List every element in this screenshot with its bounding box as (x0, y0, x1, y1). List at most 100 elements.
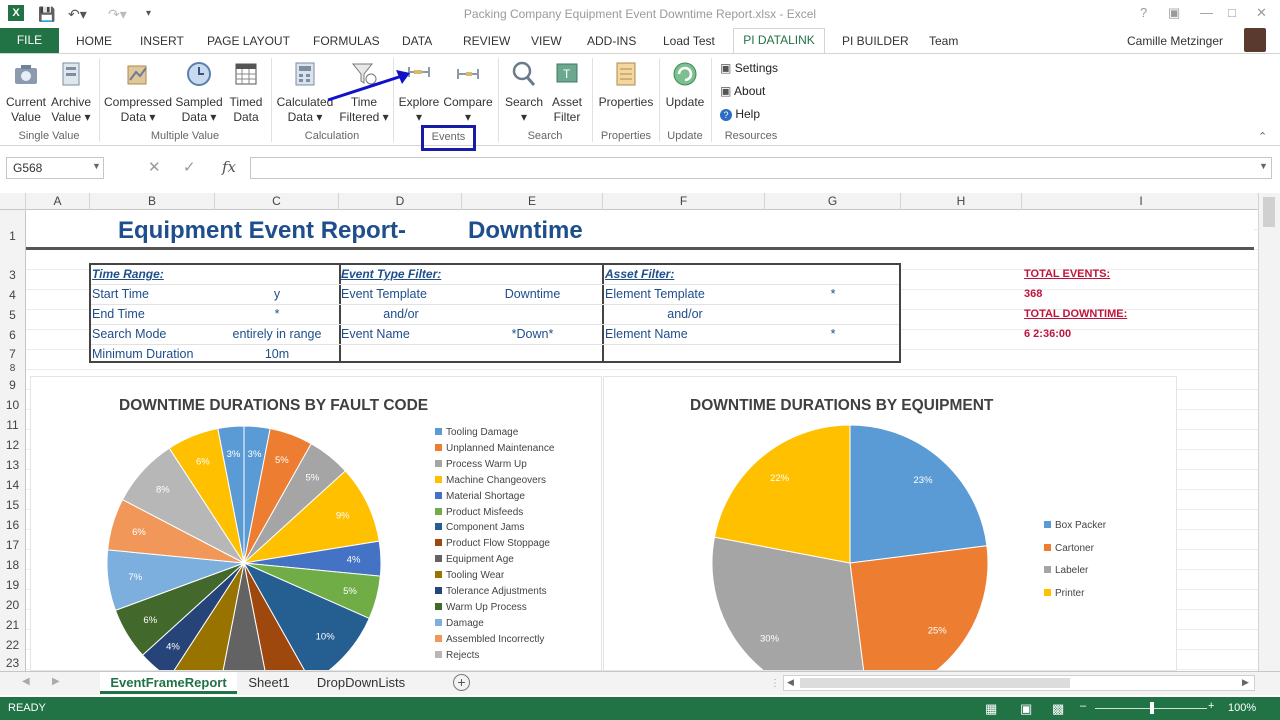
legend-item[interactable]: Tolerance Adjustments (435, 584, 554, 600)
row-header[interactable]: 5 (0, 305, 26, 325)
current-value-button[interactable]: Current Value (4, 60, 48, 125)
tab-add-ins[interactable]: ADD-INS (587, 33, 636, 51)
row-header[interactable]: 1 (0, 210, 26, 262)
legend-item[interactable]: Tooling Damage (435, 425, 554, 441)
end-time-value[interactable]: * (215, 304, 339, 324)
row-header[interactable]: 14 (0, 475, 26, 495)
column-header[interactable]: F (603, 193, 765, 210)
zoom-in-icon[interactable]: + (1208, 700, 1214, 712)
column-header[interactable]: D (339, 193, 462, 210)
column-header[interactable]: G (765, 193, 901, 210)
compare-button[interactable]: Compare ▾ (442, 60, 494, 125)
timed-data-button[interactable]: Timed Data (226, 60, 266, 125)
settings-button[interactable]: ▣ Settings (720, 60, 778, 76)
legend-item[interactable]: Process Warm Up (435, 457, 554, 473)
legend-item[interactable]: Rejects (435, 648, 554, 664)
select-all-corner[interactable] (0, 193, 26, 210)
event-template-value[interactable]: Downtime (462, 284, 603, 304)
maximize-icon[interactable]: □ (1228, 5, 1236, 21)
search-mode-value[interactable]: entirely in range (215, 324, 339, 344)
column-header[interactable]: B (90, 193, 215, 210)
user-name[interactable]: Camille Metzinger (1127, 33, 1223, 51)
pie-slice[interactable] (849, 545, 989, 671)
tab-load-test[interactable]: Load Test (663, 33, 715, 51)
row-header[interactable]: 8 (0, 363, 26, 375)
legend-item[interactable]: Tooling Wear (435, 568, 554, 584)
row-header[interactable]: 20 (0, 595, 26, 615)
collapse-ribbon-icon[interactable]: ⌃ (1258, 130, 1267, 143)
compressed-data-button[interactable]: Compressed Data ▾ (104, 60, 172, 125)
row-header[interactable]: 11 (0, 415, 26, 435)
tab-page-layout[interactable]: PAGE LAYOUT (207, 33, 290, 51)
tab-split-handle[interactable]: ⋮ (770, 678, 780, 689)
next-sheet-icon[interactable]: ▶ (52, 676, 60, 687)
row-header[interactable]: 17 (0, 535, 26, 555)
column-header[interactable]: E (462, 193, 603, 210)
tab-pi-builder[interactable]: PI BUILDER (842, 33, 909, 51)
scroll-left-icon[interactable]: ◀ (787, 677, 794, 688)
legend-item[interactable]: Material Shortage (435, 489, 554, 505)
zoom-level[interactable]: 100% (1228, 702, 1256, 714)
help-icon[interactable]: ? (1140, 5, 1147, 21)
tab-file[interactable]: FILE (0, 28, 59, 53)
tab-data[interactable]: DATA (402, 33, 432, 51)
insert-function-icon[interactable]: fx (222, 158, 236, 176)
formula-input[interactable] (250, 157, 1272, 179)
legend-item[interactable]: Product Flow Stoppage (435, 536, 554, 552)
row-header[interactable]: 18 (0, 555, 26, 575)
legend-item[interactable]: Printer (1044, 583, 1106, 606)
element-template-value[interactable]: * (765, 284, 901, 304)
row-header[interactable]: 3 (0, 265, 26, 285)
properties-button[interactable]: Properties (596, 60, 656, 110)
pie-slice[interactable] (849, 424, 988, 564)
row-header[interactable]: 10 (0, 395, 26, 415)
legend-item[interactable]: Equipment Age (435, 552, 554, 568)
row-header[interactable]: 21 (0, 615, 26, 635)
row-header[interactable]: 22 (0, 635, 26, 655)
scroll-thumb[interactable] (1263, 197, 1275, 227)
asset-filter-button[interactable]: T Asset Filter (548, 60, 586, 125)
legend-item[interactable]: Machine Changeovers (435, 473, 554, 489)
row-header[interactable]: 19 (0, 575, 26, 595)
column-header[interactable]: I (1022, 193, 1260, 210)
sheet-tab-sheet1[interactable]: Sheet1 (240, 672, 298, 694)
vertical-scrollbar[interactable] (1258, 193, 1280, 671)
column-header[interactable]: C (215, 193, 339, 210)
sheet-tab-dropdownlists[interactable]: DropDownLists (304, 672, 418, 694)
cancel-icon[interactable]: ✕ (148, 158, 161, 176)
legend-item[interactable]: Unplanned Maintenance (435, 441, 554, 457)
min-duration-value[interactable]: 10m (215, 344, 339, 364)
normal-view-icon[interactable]: ▦ (985, 701, 997, 717)
zoom-out-icon[interactable]: – (1080, 700, 1086, 712)
archive-value-button[interactable]: Archive Value ▾ (49, 60, 93, 125)
legend-item[interactable]: Warm Up Process (435, 600, 554, 616)
tab-team[interactable]: Team (929, 33, 958, 51)
tab-pi-datalink[interactable]: PI DATALINK (733, 28, 825, 54)
update-button[interactable]: Update (662, 60, 708, 110)
row-header[interactable]: 23 (0, 655, 26, 671)
about-button[interactable]: ▣ About (720, 83, 765, 99)
legend-item[interactable]: Cartoner (1044, 538, 1106, 561)
chart-fault-code[interactable]: DOWNTIME DURATIONS BY FAULT CODE 3% 5% 5% 9… (30, 376, 602, 671)
column-header[interactable]: A (26, 193, 90, 210)
page-break-view-icon[interactable]: ▩ (1052, 701, 1064, 717)
element-name-value[interactable]: * (765, 324, 901, 344)
tab-formulas[interactable]: FORMULAS (313, 33, 380, 51)
expand-formula-icon[interactable]: ▼ (1259, 161, 1268, 171)
add-sheet-icon[interactable]: + (453, 674, 470, 691)
scroll-right-icon[interactable]: ▶ (1242, 677, 1249, 688)
legend-item[interactable]: Box Packer (1044, 515, 1106, 538)
tab-review[interactable]: REVIEW (463, 33, 510, 51)
row-header[interactable]: 12 (0, 435, 26, 455)
horizontal-scrollbar[interactable]: ◀ ▶ (783, 675, 1255, 691)
sheet-tab-eventframereport[interactable]: EventFrameReport (100, 672, 237, 694)
legend-item[interactable]: Product Misfeeds (435, 505, 554, 521)
legend-item[interactable]: Damage (435, 616, 554, 632)
legend-item[interactable]: Labeler (1044, 560, 1106, 583)
name-box[interactable]: G568 (6, 157, 104, 179)
ribbon-display-icon[interactable]: ▣ (1168, 5, 1180, 21)
event-name-value[interactable]: *Down* (462, 324, 603, 344)
row-header[interactable]: 7 (0, 345, 26, 363)
tab-view[interactable]: VIEW (531, 33, 562, 51)
row-header[interactable]: 9 (0, 375, 26, 395)
